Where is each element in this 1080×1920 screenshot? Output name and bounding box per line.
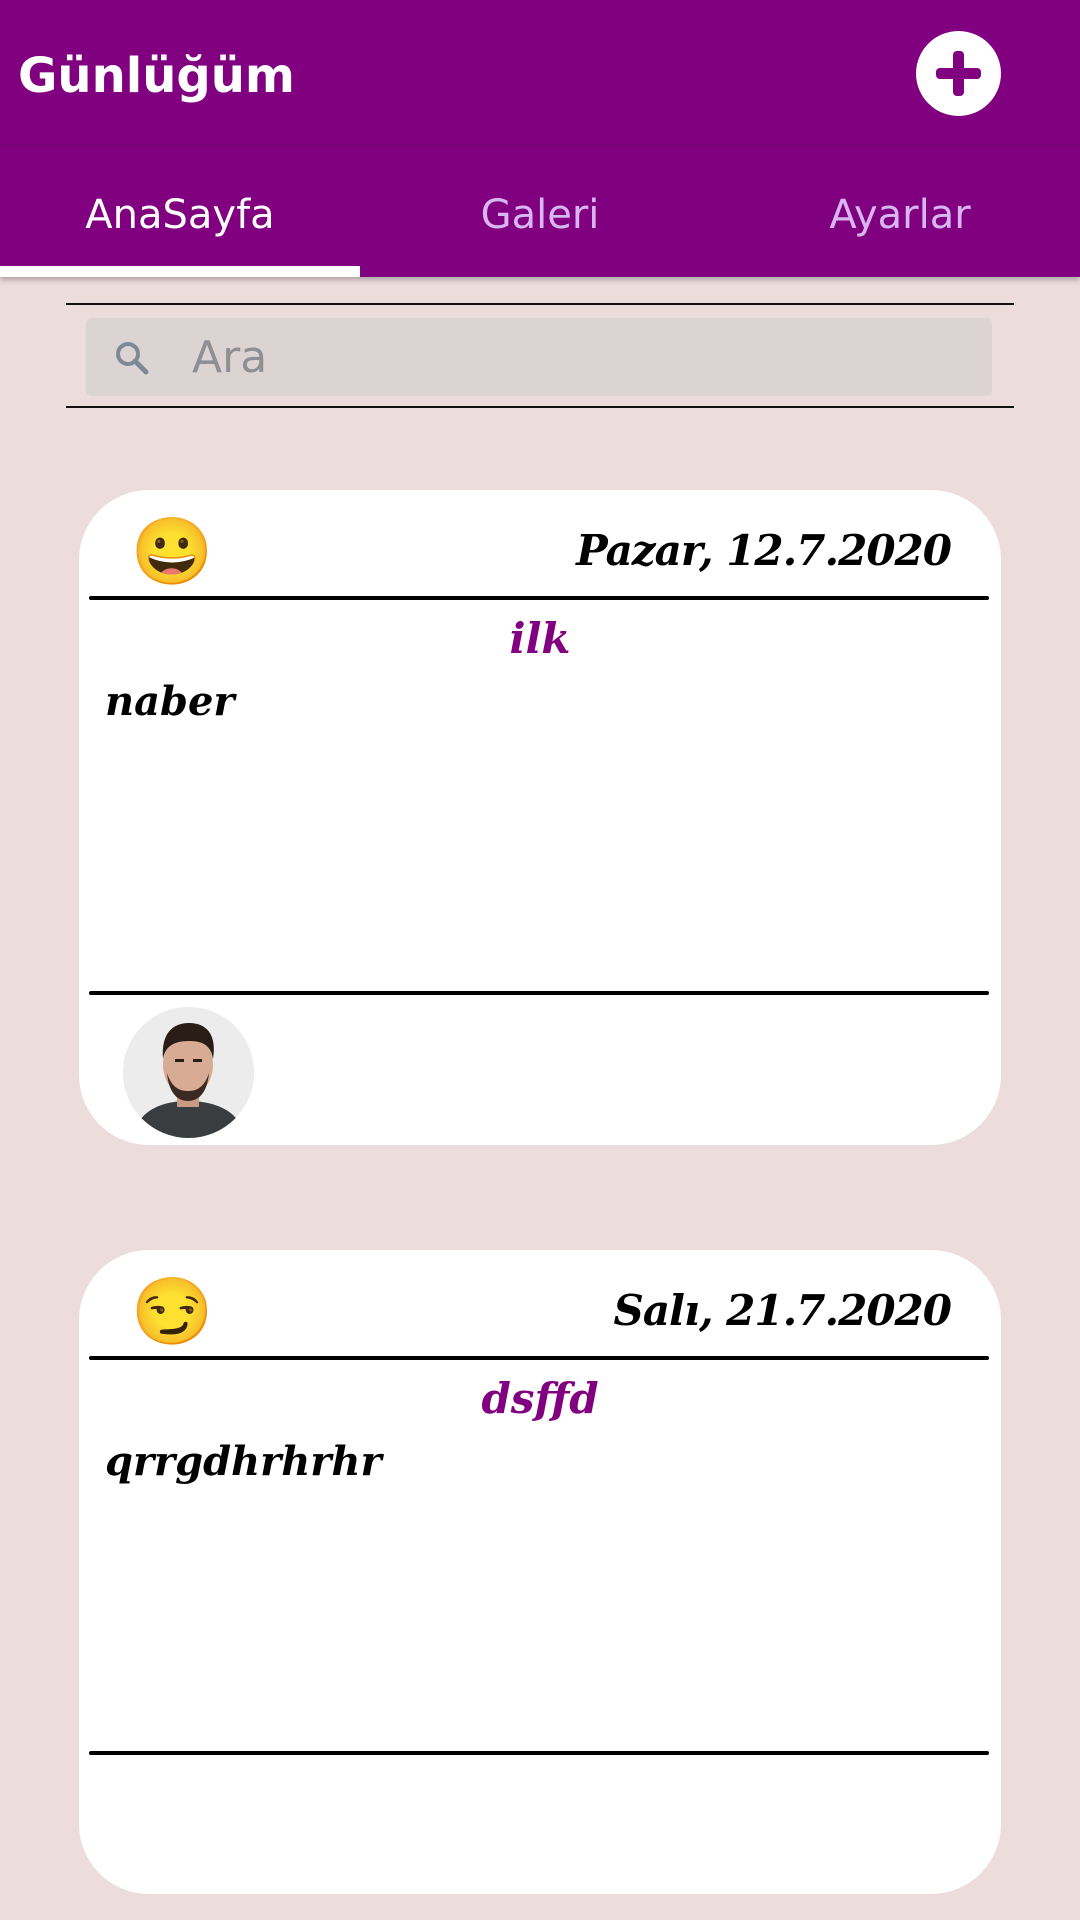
- tab-anasayfa[interactable]: AnaSayfa: [0, 146, 360, 277]
- search-bar: [66, 303, 1014, 408]
- tab-galeri[interactable]: Galeri: [360, 146, 720, 277]
- search-box[interactable]: [86, 318, 992, 396]
- entry-body: qrrgdhrhrhr: [105, 1438, 382, 1485]
- search-input[interactable]: [192, 324, 972, 390]
- diary-entry-card[interactable]: 😀 Pazar, 12.7.2020 ilk naber: [79, 490, 1001, 1145]
- entry-photo[interactable]: [123, 1007, 254, 1138]
- entry-date: Salı, 21.7.2020: [613, 1286, 952, 1335]
- app-bar: Günlüğüm: [0, 0, 1080, 146]
- add-entry-button[interactable]: [916, 31, 1001, 116]
- app-title: Günlüğüm: [18, 48, 295, 104]
- active-tab-indicator: [0, 266, 360, 277]
- divider: [89, 1356, 989, 1360]
- person-photo-icon: [123, 1007, 254, 1138]
- entry-title: dsffd: [481, 1374, 599, 1423]
- mood-emoji-icon: 😏: [131, 1274, 214, 1348]
- divider: [89, 991, 989, 995]
- entry-date: Pazar, 12.7.2020: [576, 526, 952, 575]
- entry-title: ilk: [509, 614, 571, 663]
- tab-bar: AnaSayfa Galeri Ayarlar: [0, 146, 1080, 277]
- tab-ayarlar[interactable]: Ayarlar: [720, 146, 1080, 277]
- search-icon: [116, 342, 149, 375]
- mood-emoji-icon: 😀: [131, 514, 214, 588]
- divider: [89, 1751, 989, 1755]
- diary-entry-card[interactable]: 😏 Salı, 21.7.2020 dsffd qrrgdhrhrhr: [79, 1250, 1001, 1894]
- divider: [89, 596, 989, 600]
- entry-body: naber: [105, 678, 235, 725]
